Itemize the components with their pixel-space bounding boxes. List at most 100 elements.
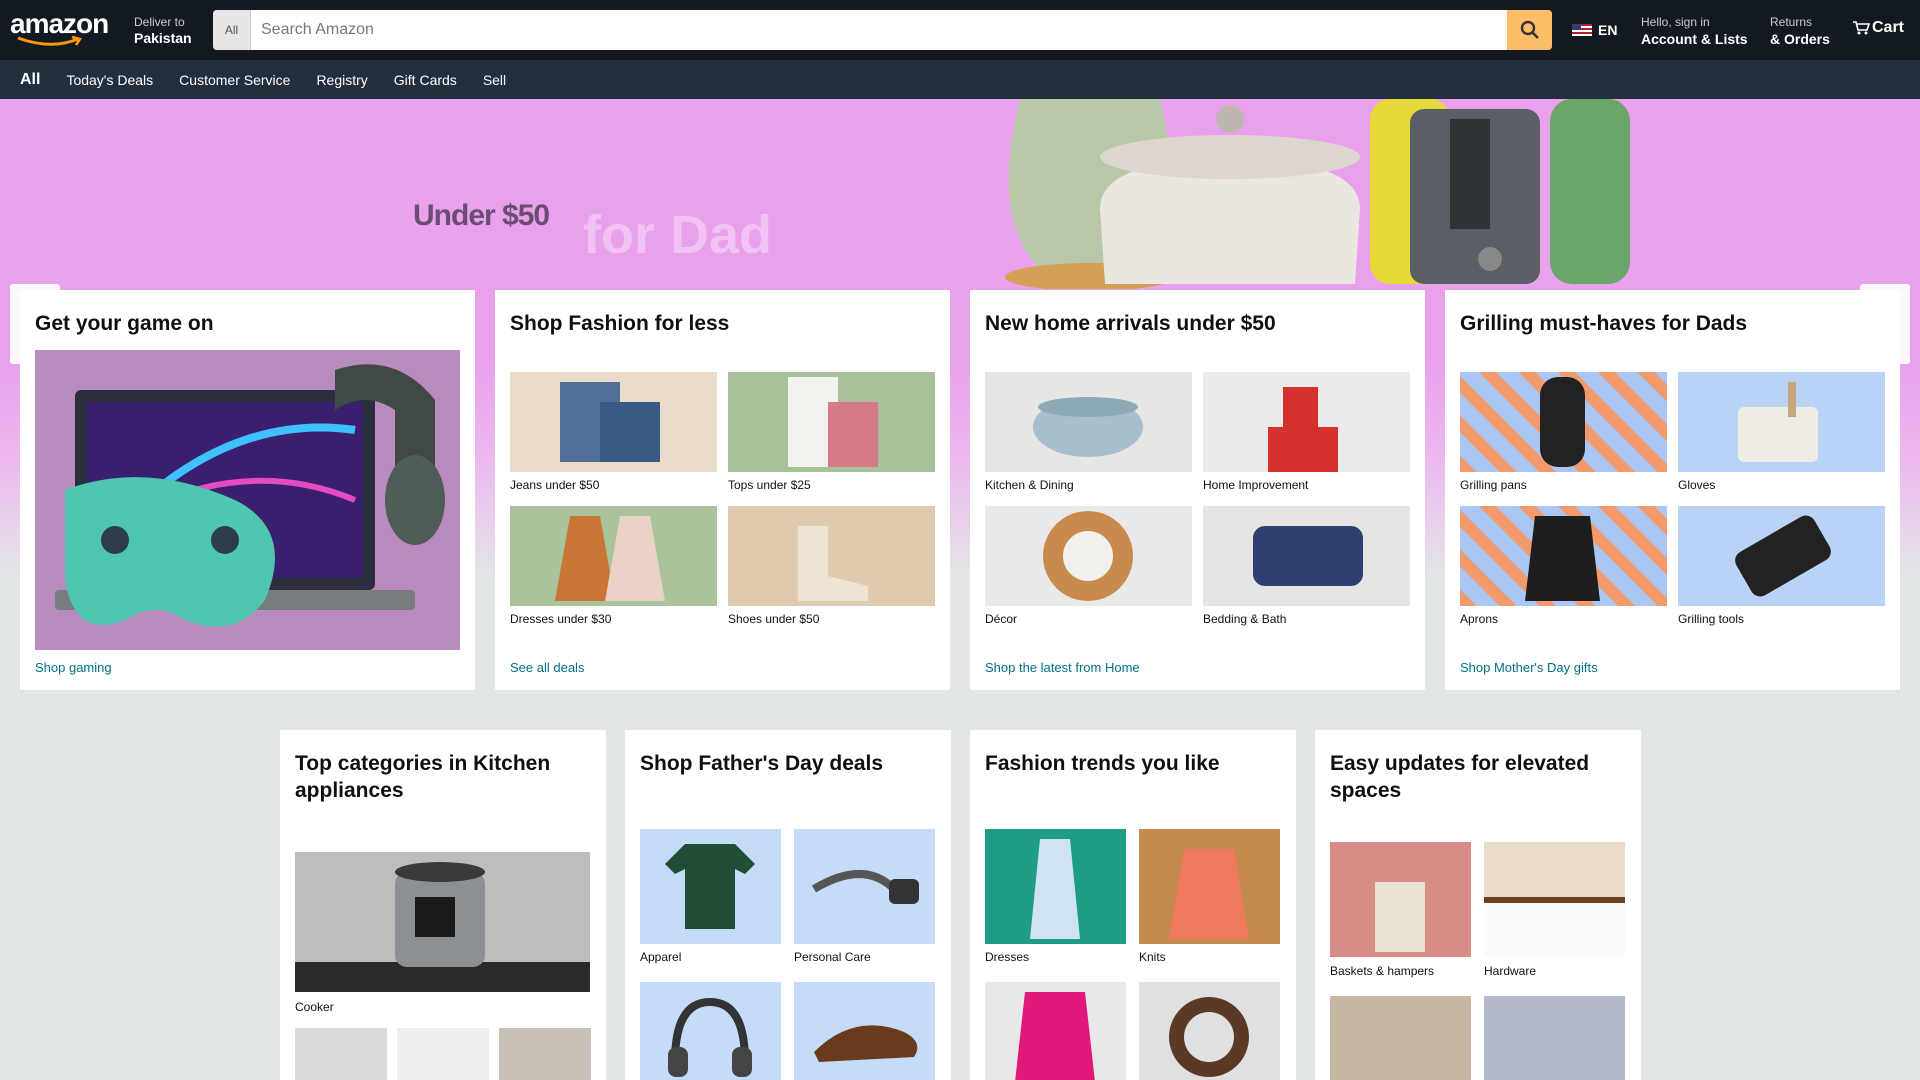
knits-tile[interactable] <box>1139 829 1280 944</box>
coffee-maker-tile[interactable] <box>295 1028 387 1080</box>
nav-todays-deals[interactable]: Today's Deals <box>66 72 153 88</box>
grill-glove-image <box>1540 377 1585 467</box>
tops-image <box>788 377 878 467</box>
tile-label: Baskets & hampers <box>1330 964 1435 978</box>
kettle-tile[interactable] <box>499 1028 591 1080</box>
apparel-tile[interactable] <box>640 829 781 944</box>
search-button[interactable] <box>1507 10 1552 50</box>
returns-orders[interactable]: Returns & Orders <box>1770 14 1830 48</box>
shop-mothers-day-link[interactable]: Shop Mother's Day gifts <box>1460 660 1598 675</box>
paint-cans-image <box>1268 387 1338 472</box>
card-title: Easy updates for elevated spaces <box>1330 752 1590 802</box>
shoes-tile[interactable] <box>728 506 935 606</box>
headphones-image <box>668 997 752 1077</box>
knit-top-image <box>1169 849 1249 939</box>
card-title: Get your game on <box>35 312 214 335</box>
tile-label: Home Improvement <box>1203 478 1309 492</box>
cabinet-image <box>1484 897 1625 957</box>
amazon-logo[interactable]: amazon <box>10 8 110 48</box>
card-kitchen-appliances: Top categories in Kitchen appliances Coo… <box>280 730 606 1080</box>
jeans-tile[interactable] <box>510 372 717 472</box>
cookware-tile[interactable] <box>397 1028 489 1080</box>
home-improvement-tile[interactable] <box>1203 372 1410 472</box>
grilling-pans-tile[interactable] <box>1460 372 1667 472</box>
cooker-tile[interactable] <box>295 852 590 992</box>
blazer-tile[interactable] <box>985 982 1126 1080</box>
gaming-image[interactable] <box>35 350 460 650</box>
card-fathers-day: Shop Father's Day deals Apparel Personal… <box>625 730 951 1080</box>
grill-tools-case-image <box>1735 515 1831 597</box>
decor-tile[interactable] <box>985 506 1192 606</box>
top-header: amazon Deliver to Pakistan All EN Hello,… <box>0 0 1920 60</box>
dress-shoe-image <box>814 1025 918 1062</box>
card-elevated-spaces: Easy updates for elevated spaces Baskets… <box>1315 730 1641 1080</box>
desk-tile[interactable] <box>1330 996 1471 1080</box>
dresses-tile[interactable] <box>510 506 717 606</box>
derma-roller-image <box>811 870 919 904</box>
tile-label: Bedding & Bath <box>1203 612 1287 626</box>
language-selector[interactable]: EN <box>1572 22 1617 38</box>
us-flag-icon <box>1572 24 1592 36</box>
pressure-cooker-image <box>295 862 590 992</box>
wallpaper-tile[interactable] <box>1484 996 1625 1080</box>
hero-text-under: Under $50 <box>413 199 550 232</box>
card-title: New home arrivals under $50 <box>985 312 1276 335</box>
shoes-tile[interactable] <box>794 982 935 1080</box>
hero-text-dad: for Dad <box>583 205 772 265</box>
card-title: Top categories in Kitchen appliances <box>295 752 551 802</box>
nav-registry[interactable]: Registry <box>316 72 367 88</box>
printed-dress-image <box>1030 839 1080 939</box>
aprons-tile[interactable] <box>1460 506 1667 606</box>
kitchen-dining-tile[interactable] <box>985 372 1192 472</box>
pillow-image <box>1253 526 1363 586</box>
personal-care-tile[interactable] <box>794 829 935 944</box>
card-grilling: Grilling must-haves for Dads Grilling pa… <box>1445 290 1900 690</box>
tile-label: Grilling tools <box>1678 612 1745 626</box>
dresses-trend-tile[interactable] <box>985 829 1126 944</box>
shop-gaming-link[interactable]: Shop gaming <box>35 660 112 675</box>
grilling-tools-tile[interactable] <box>1678 506 1885 606</box>
hamper-image <box>1375 882 1425 952</box>
card-title: Grilling must-haves for Dads <box>1460 312 1748 335</box>
search-category-select[interactable]: All <box>213 10 251 50</box>
cart-button[interactable]: Cart <box>1852 19 1904 37</box>
bedding-bath-tile[interactable] <box>1203 506 1410 606</box>
nav-gift-cards[interactable]: Gift Cards <box>394 72 457 88</box>
search-bar: All <box>213 10 1552 50</box>
gaming-laptop-controller-image <box>55 364 445 627</box>
language-label: EN <box>1598 22 1618 38</box>
tile-label: Personal Care <box>794 950 871 964</box>
card-home: New home arrivals under $50 Kitchen & Di… <box>970 290 1425 690</box>
tile-label: Jeans under $50 <box>510 478 600 492</box>
sunburst-mirror-image <box>1043 511 1133 601</box>
accessories-tile[interactable] <box>1139 982 1280 1080</box>
tile-label: Aprons <box>1460 612 1499 626</box>
tile-label: Grilling pans <box>1460 478 1527 492</box>
card-fashion: Shop Fashion for less Jeans under $50 To… <box>495 290 950 690</box>
baskets-hampers-tile[interactable] <box>1330 842 1471 957</box>
account-label: Account & Lists <box>1641 31 1748 47</box>
hero-kitchen-appliances-image <box>1005 99 1630 289</box>
headphones-tile[interactable] <box>640 982 781 1080</box>
tile-label: Dresses <box>985 950 1030 964</box>
search-input[interactable] <box>251 10 1507 50</box>
deliver-to[interactable]: Deliver to Pakistan <box>134 14 192 46</box>
nav-all-menu[interactable]: All <box>20 71 40 89</box>
shop-latest-home-link[interactable]: Shop the latest from Home <box>985 660 1140 675</box>
tile-label: Hardware <box>1484 964 1537 978</box>
nav-sell[interactable]: Sell <box>483 72 506 88</box>
card-title: Shop Father's Day deals <box>640 752 884 775</box>
deliver-label: Deliver to <box>134 15 185 29</box>
cart-icon <box>1853 21 1870 35</box>
card-fashion-trends: Fashion trends you like Dresses Knits <box>970 730 1296 1080</box>
nav-customer-service[interactable]: Customer Service <box>179 72 290 88</box>
tile-label: Dresses under $30 <box>510 612 612 626</box>
see-all-deals-link[interactable]: See all deals <box>510 660 584 675</box>
pink-blazer-image <box>1015 992 1095 1080</box>
gloves-tile[interactable] <box>1678 372 1885 472</box>
tops-tile[interactable] <box>728 372 935 472</box>
shirt-image <box>665 844 755 929</box>
dutch-oven-image <box>1033 397 1143 457</box>
account-menu[interactable]: Hello, sign in Account & Lists <box>1641 14 1748 48</box>
hardware-tile[interactable] <box>1484 842 1625 957</box>
